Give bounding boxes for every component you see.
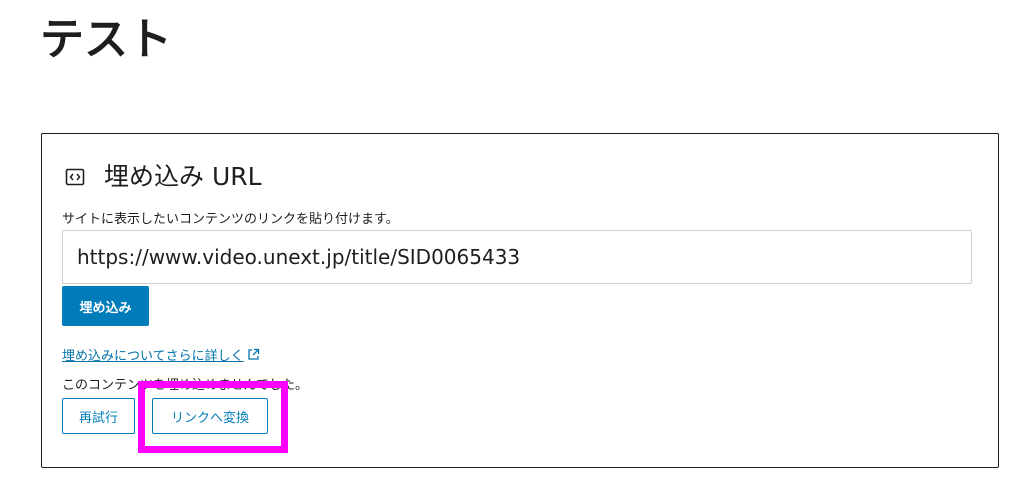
- embed-header: 埋め込み URL: [64, 164, 262, 189]
- learn-more-link[interactable]: 埋め込みについてさらに詳しく: [62, 345, 260, 364]
- embed-code-icon: [64, 166, 86, 188]
- convert-to-link-button[interactable]: リンクへ変換: [152, 398, 268, 434]
- embed-url-block[interactable]: 埋め込み URL サイトに表示したいコンテンツのリンクを貼り付けます。 埋め込み…: [41, 133, 999, 468]
- embed-url-input[interactable]: [62, 230, 972, 284]
- embed-instructions: サイトに表示したいコンテンツのリンクを貼り付けます。: [62, 212, 399, 227]
- embed-label: 埋め込み URL: [104, 162, 262, 191]
- retry-button[interactable]: 再試行: [62, 398, 135, 434]
- external-link-icon: [247, 348, 260, 361]
- page-title[interactable]: テスト: [40, 14, 172, 67]
- learn-more-label: 埋め込みについてさらに詳しく: [62, 349, 244, 364]
- embed-button[interactable]: 埋め込み: [62, 286, 149, 326]
- embed-error-message: このコンテンツを埋め込めませんでした。: [62, 378, 308, 393]
